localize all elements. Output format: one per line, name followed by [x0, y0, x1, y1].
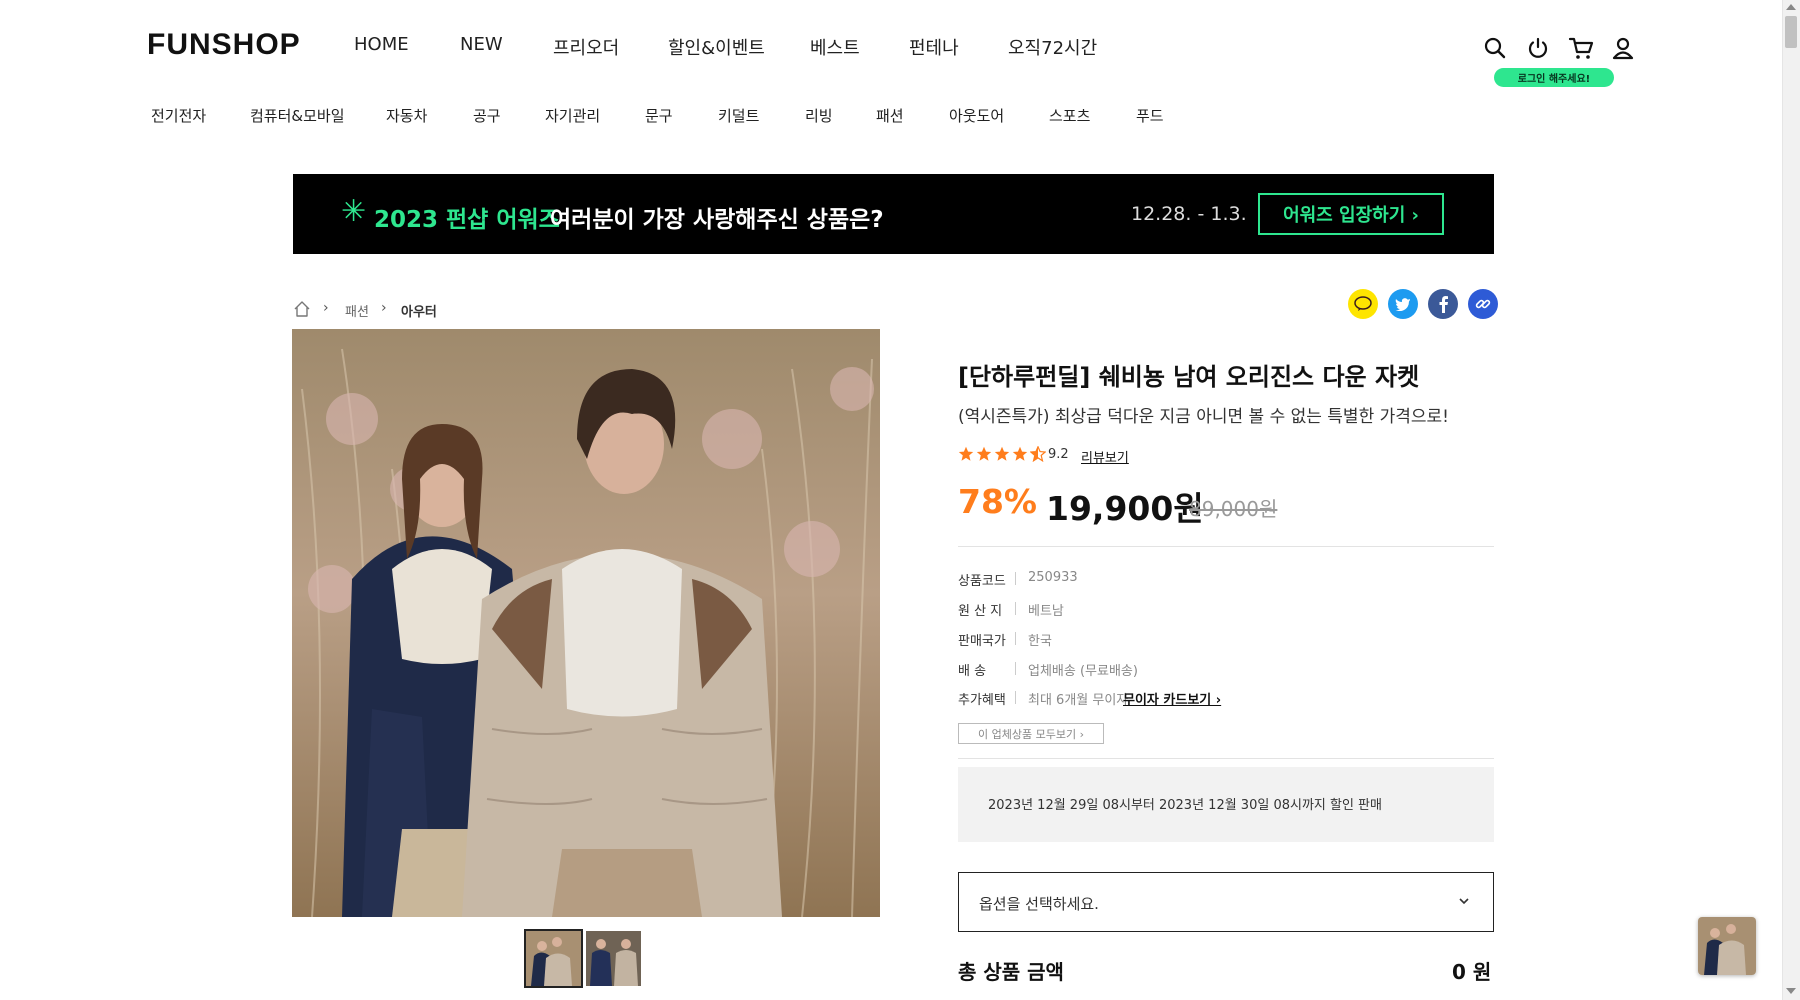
user-icon[interactable]: [1609, 34, 1637, 62]
nav-preorder[interactable]: 프리오더: [553, 34, 619, 60]
divider: [1015, 602, 1016, 615]
spec-value: 250933: [1028, 570, 1078, 585]
brand-products-button[interactable]: 이 업체상품 모두보기 ›: [958, 723, 1104, 744]
link-icon[interactable]: [1468, 289, 1498, 319]
total-price-value: 0 원: [1452, 960, 1492, 984]
nav-72hours[interactable]: 오직72시간: [1008, 34, 1097, 60]
category-item[interactable]: 패션: [876, 105, 904, 126]
product-subtitle: (역시즌특가) 최상급 덕다운 지금 아니면 볼 수 없는 특별한 가격으로!: [958, 407, 1449, 427]
awards-enter-button[interactable]: 어워즈 입장하기 ›: [1258, 193, 1444, 235]
spec-value: 한국: [1028, 634, 1052, 649]
divider: [958, 758, 1494, 759]
original-price: 89,000원: [1189, 497, 1278, 521]
banner-subtitle: 여러분이 가장 사랑해주신 상품은?: [550, 207, 884, 233]
product-thumbnail[interactable]: [524, 929, 583, 988]
sale-price: 19,900원: [1046, 489, 1204, 528]
star-icon: [958, 446, 974, 461]
category-item[interactable]: 스포츠: [1049, 105, 1090, 126]
nav-funtenna[interactable]: 펀테나: [909, 34, 959, 60]
spec-label: 원 산 지: [958, 604, 1003, 619]
spec-value: 업체배송 (무료배송): [1028, 664, 1138, 679]
option-placeholder: 옵션을 선택하세요.: [979, 895, 1099, 913]
category-item[interactable]: 자기관리: [545, 105, 600, 126]
scrollbar-thumb[interactable]: [1785, 16, 1797, 48]
facebook-icon[interactable]: [1428, 289, 1458, 319]
category-item[interactable]: 푸드: [1136, 105, 1164, 126]
rating-score: 9.2: [1048, 447, 1069, 462]
kakao-icon[interactable]: [1348, 289, 1378, 319]
scroll-up-arrow-icon[interactable]: [1786, 4, 1796, 10]
spec-value: 최대 6개월 무이자: [1028, 693, 1129, 708]
divider: [1015, 632, 1016, 645]
sparkle-icon: ✳: [341, 194, 367, 229]
divider: [958, 546, 1494, 547]
interest-free-card-link[interactable]: 무이자 카드보기 ›: [1123, 689, 1221, 708]
search-icon[interactable]: [1481, 34, 1509, 62]
divider: [1015, 572, 1016, 585]
spec-label: 상품코드: [958, 574, 1006, 589]
star-icon: [1012, 446, 1028, 461]
category-item[interactable]: 공구: [473, 105, 501, 126]
star-icon: [976, 446, 992, 461]
category-item[interactable]: 전기전자: [151, 105, 206, 126]
scrollbar[interactable]: [1782, 0, 1800, 1000]
home-icon[interactable]: [293, 300, 311, 318]
banner-date: 12.28. - 1.3.: [1131, 203, 1247, 225]
spec-label: 판매국가: [958, 634, 1006, 649]
review-link[interactable]: 리뷰보기: [1081, 447, 1129, 466]
star-half-icon: [1030, 446, 1046, 462]
product-thumbnail[interactable]: [586, 931, 641, 986]
sale-period-notice: 2023년 12월 29일 08시부터 2023년 12월 30일 08시까지 …: [958, 767, 1494, 842]
banner-title: 2023 펀샵 어워즈: [374, 207, 560, 233]
chevron-down-icon: [1459, 898, 1469, 905]
cart-icon[interactable]: [1567, 34, 1595, 62]
breadcrumb-current[interactable]: 아우터: [401, 301, 437, 320]
category-item[interactable]: 자동차: [386, 105, 427, 126]
twitter-icon[interactable]: [1388, 289, 1418, 319]
divider: [1015, 662, 1016, 675]
spec-value: 베트남: [1028, 604, 1064, 619]
nav-sale-event[interactable]: 할인&이벤트: [668, 34, 765, 60]
star-icon: [994, 446, 1010, 461]
power-icon[interactable]: [1524, 34, 1552, 62]
rating-stars: [958, 446, 1046, 462]
breadcrumb-item[interactable]: 패션: [345, 301, 369, 320]
category-item[interactable]: 문구: [645, 105, 673, 126]
chevron-right-icon: ›: [381, 300, 387, 316]
total-price-label: 총 상품 금액: [958, 960, 1064, 984]
login-tooltip[interactable]: 로그인 해주세요!: [1494, 68, 1614, 87]
nav-home[interactable]: HOME: [354, 34, 409, 55]
scroll-down-arrow-icon[interactable]: [1786, 988, 1796, 994]
option-select[interactable]: 옵션을 선택하세요.: [958, 872, 1494, 932]
notice-text: 2023년 12월 29일 08시부터 2023년 12월 30일 08시까지 …: [988, 798, 1382, 813]
category-item[interactable]: 리빙: [805, 105, 833, 126]
category-item[interactable]: 컴퓨터&모바일: [250, 105, 345, 126]
category-item[interactable]: 키덜트: [718, 105, 759, 126]
discount-rate: 78%: [958, 482, 1037, 521]
divider: [1015, 691, 1016, 704]
site-logo[interactable]: FUNSHOP: [147, 28, 301, 62]
nav-best[interactable]: 베스트: [810, 34, 860, 60]
recently-viewed-thumbnail[interactable]: [1698, 917, 1756, 975]
spec-label: 배 송: [958, 664, 987, 679]
nav-new[interactable]: NEW: [460, 34, 503, 55]
product-main-image[interactable]: [292, 329, 880, 917]
category-item[interactable]: 아웃도어: [949, 105, 1004, 126]
chevron-right-icon: ›: [323, 300, 329, 316]
spec-label: 추가혜택: [958, 693, 1006, 708]
product-title: [단하루펀딜] 쉐비뇽 남여 오리진스 다운 자켓: [958, 363, 1420, 391]
awards-banner[interactable]: ✳ 2023 펀샵 어워즈 여러분이 가장 사랑해주신 상품은? 12.28. …: [293, 174, 1494, 254]
